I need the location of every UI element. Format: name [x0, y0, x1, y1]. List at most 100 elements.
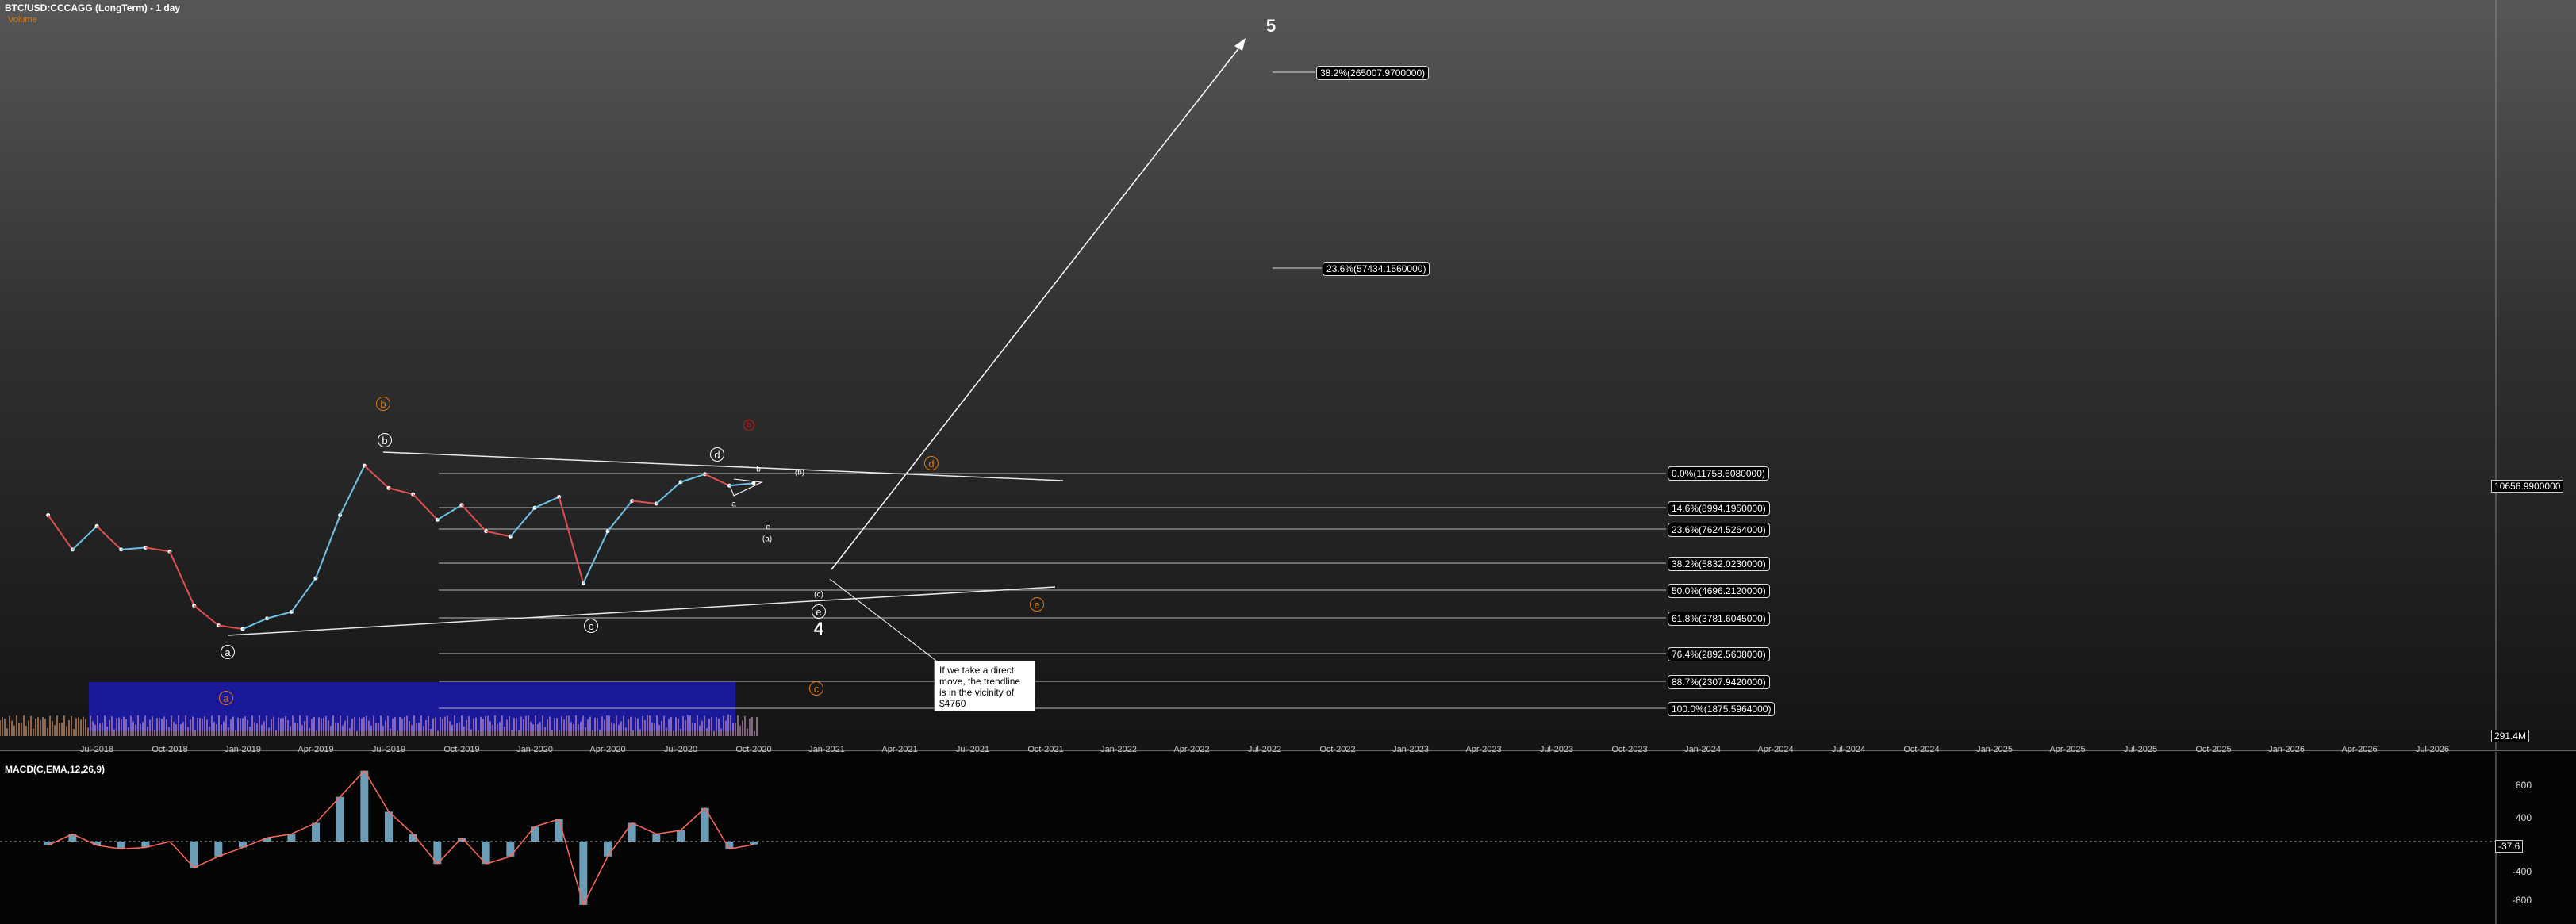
- x-tick-label: Apr-2022: [1173, 745, 1210, 754]
- price-segment: [680, 473, 705, 483]
- x-tick-label: Apr-2023: [1465, 745, 1502, 754]
- x-tick-label: Oct-2024: [1903, 745, 1940, 754]
- x-tick-label: Jan-2019: [225, 745, 261, 754]
- x-tick-label: Jan-2026: [2268, 745, 2305, 754]
- fib-level-88: 88.7%(2307.9420000): [1668, 675, 1770, 689]
- price-segment: [509, 507, 536, 538]
- x-tick-label: Apr-2026: [2341, 745, 2378, 754]
- fib-level-38: 38.2%(5832.0230000): [1668, 557, 1770, 571]
- fib-upper-23: 23.6%(57434.1560000): [1323, 262, 1430, 276]
- fib-level-100: 100.0%(1875.5964000): [1668, 702, 1776, 716]
- x-tick-label: Apr-2019: [298, 745, 334, 754]
- macd-histogram-bar: [117, 842, 125, 849]
- x-tick-label: Jan-2022: [1100, 745, 1137, 754]
- fib-upper-38: 38.2%(265007.9700000): [1316, 66, 1430, 80]
- wave-c-orange-circle: c: [809, 681, 823, 696]
- wave-5-label: 5: [1265, 16, 1276, 36]
- tiny-wave-a-label: a: [731, 500, 736, 509]
- macd-histogram-bar: [750, 842, 758, 845]
- x-tick-label: Jul-2022: [1247, 745, 1282, 754]
- x-tick-label: Apr-2020: [589, 745, 626, 754]
- macd-histogram-bar: [360, 770, 369, 842]
- wave-b-circle: b: [378, 433, 392, 447]
- price-segment: [145, 546, 171, 553]
- sub-wave-b-label: (b): [794, 468, 805, 477]
- annotation-pointer: [829, 578, 937, 661]
- macd-histogram-bar: [506, 842, 515, 857]
- x-tick-label: Jan-2025: [1976, 745, 2013, 754]
- macd-histogram-bar: [652, 834, 661, 842]
- macd-histogram-bar: [336, 796, 344, 842]
- x-tick-label: Oct-2022: [1319, 745, 1356, 754]
- x-tick-label: Jan-2023: [1392, 745, 1429, 754]
- price-segment: [339, 465, 366, 516]
- macd-histogram-bar: [531, 826, 539, 842]
- volume-label: Volume: [8, 15, 37, 25]
- macd-histogram-bar: [190, 842, 198, 868]
- price-segment: [582, 531, 608, 584]
- price-segment: [461, 504, 487, 532]
- wave-b-red-circle: b: [743, 420, 754, 431]
- chart-canvas: [0, 0, 2576, 924]
- wave-e-orange-circle: e: [1030, 597, 1044, 612]
- macd-histogram-bar: [287, 834, 296, 842]
- annotation-note: If we take a direct move, the trendline …: [934, 661, 1035, 711]
- x-tick-label: Oct-2018: [152, 745, 188, 754]
- fib-level-0: 0.0%(11758.6080000): [1668, 466, 1769, 481]
- x-tick-label: Jul-2025: [2123, 745, 2158, 754]
- wave-d-orange-circle: d: [924, 456, 939, 470]
- volume-value-badge: 291.4M: [2491, 730, 2530, 742]
- price-segment: [558, 497, 585, 584]
- price-segment: [729, 482, 754, 487]
- wave-d-circle: d: [710, 447, 724, 462]
- x-tick-label: Oct-2025: [2195, 745, 2232, 754]
- macd-title: MACD(C,EMA,12,26,9): [5, 764, 106, 775]
- current-price-badge: 10656.9900000: [2491, 480, 2564, 493]
- x-tick-label: Jul-2024: [1831, 745, 1866, 754]
- price-segment: [632, 500, 657, 504]
- price-segment: [96, 525, 122, 550]
- price-segment: [534, 496, 560, 509]
- macd-histogram-bar: [604, 842, 612, 857]
- x-tick-label: Jul-2019: [371, 745, 406, 754]
- price-segment: [267, 611, 292, 619]
- small-triangle: [729, 478, 763, 497]
- x-tick-label: Oct-2023: [1611, 745, 1648, 754]
- sub-wave-a-label: (a): [762, 535, 773, 544]
- x-tick-label: Apr-2025: [2049, 745, 2086, 754]
- x-tick-label: Jul-2018: [79, 745, 114, 754]
- price-segment: [290, 577, 317, 613]
- price-segment: [436, 504, 463, 521]
- price-segment: [315, 515, 341, 579]
- x-tick-label: Jul-2021: [955, 745, 990, 754]
- price-segment: [194, 604, 219, 627]
- x-tick-label: Jan-2020: [516, 745, 553, 754]
- wave-a-orange-circle: a: [219, 691, 233, 705]
- price-segment: [363, 465, 390, 489]
- price-segment: [655, 481, 681, 504]
- macd-histogram-bar: [214, 842, 223, 857]
- x-tick-label: Jul-2020: [663, 745, 698, 754]
- price-segment: [388, 487, 413, 496]
- fib-level-23: 23.6%(7624.5264000): [1668, 523, 1770, 537]
- price-segment: [607, 500, 633, 532]
- lower-trendline: [227, 586, 1056, 636]
- wave-a-circle: a: [221, 645, 235, 659]
- macd-tick-neg400: -400: [2512, 866, 2532, 877]
- wave5-projection-arrow: [831, 43, 1243, 570]
- macd-tick-400: 400: [2515, 812, 2532, 823]
- x-tick-label: Jan-2021: [808, 745, 845, 754]
- x-tick-label: Jul-2026: [2415, 745, 2450, 754]
- fib-level-76: 76.4%(2892.5608000): [1668, 647, 1770, 661]
- price-segment: [121, 546, 146, 550]
- x-tick-label: Oct-2021: [1027, 745, 1064, 754]
- macd-histogram-bar: [628, 822, 636, 842]
- price-segment: [71, 525, 98, 550]
- chart-title: BTC/USD:CCCAGG (LongTerm) - 1 day: [5, 2, 181, 13]
- tiny-wave-b-label: b: [756, 465, 761, 474]
- x-tick-label: Jul-2023: [1539, 745, 1574, 754]
- wave-e-circle: e: [812, 604, 826, 619]
- wave-b-orange-circle: b: [376, 397, 390, 411]
- price-segment: [169, 551, 195, 606]
- x-tick-label: Oct-2020: [735, 745, 772, 754]
